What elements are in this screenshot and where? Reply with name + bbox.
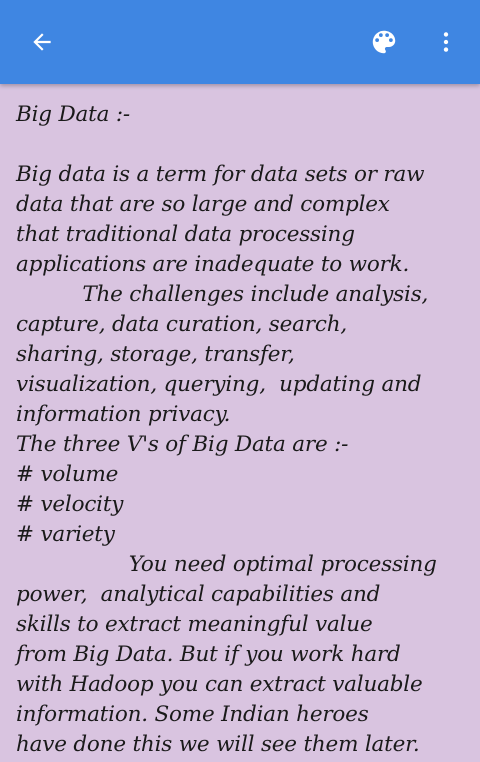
- more-options-button[interactable]: [422, 18, 470, 66]
- note-line: # volume: [16, 462, 119, 487]
- note-line: applications are inadequate to work.: [16, 252, 410, 277]
- note-line: from Big Data. But if you work hard: [16, 642, 401, 667]
- note-line: The three V's of Big Data are :-: [16, 432, 349, 457]
- app-bar: [0, 0, 480, 84]
- back-button[interactable]: [18, 18, 66, 66]
- palette-icon: [372, 30, 396, 54]
- note-line: # variety: [16, 522, 115, 547]
- note-line: with Hadoop you can extract valuable: [16, 672, 423, 697]
- note-line: information privacy.: [16, 402, 231, 427]
- note-line: data that are so large and complex: [16, 192, 390, 217]
- palette-button[interactable]: [360, 18, 408, 66]
- note-line: The challenges include analysis,: [16, 282, 429, 307]
- note-line: capture, data curation, search,: [16, 312, 347, 337]
- note-line: visualization, querying, updating and: [16, 372, 422, 397]
- note-title: Big Data :-: [16, 102, 130, 127]
- arrow-back-icon: [33, 33, 51, 51]
- note-line: that traditional data processing: [16, 222, 355, 247]
- note-body[interactable]: Big Data :- Big data is a term for data …: [16, 100, 468, 760]
- note-line: Big data is a term for data sets or raw: [16, 162, 425, 187]
- note-line: You need optimal processing: [16, 552, 437, 577]
- note-line: # velocity: [16, 492, 124, 517]
- note-line: information. Some Indian heroes: [16, 702, 369, 727]
- note-line: sharing, storage, transfer,: [16, 342, 295, 367]
- note-line: have done this we will see them later.: [16, 732, 420, 757]
- note-line: skills to extract meaningful value: [16, 612, 373, 637]
- note-line: power, analytical capabilities and: [16, 582, 381, 607]
- more-vert-icon: [443, 32, 449, 52]
